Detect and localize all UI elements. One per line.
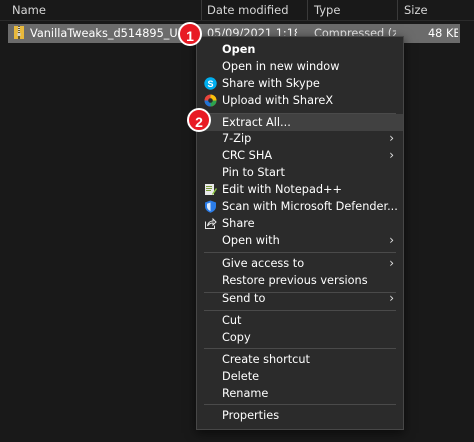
column-divider[interactable] bbox=[201, 0, 202, 20]
sharex-icon bbox=[204, 94, 217, 107]
menu-item-label: Share bbox=[222, 217, 255, 230]
column-date-modified[interactable]: Date modified bbox=[207, 0, 289, 20]
submenu-arrow-icon: › bbox=[389, 291, 394, 305]
menu-item-label: 7-Zip bbox=[222, 132, 252, 145]
menu-item-open-with[interactable]: Open with › bbox=[197, 232, 403, 249]
menu-item-delete[interactable]: Delete bbox=[197, 368, 403, 385]
column-divider[interactable] bbox=[397, 0, 398, 20]
menu-item-label: Rename bbox=[222, 387, 269, 400]
menu-item-label: Open with bbox=[222, 234, 280, 247]
menu-item-scan-defender[interactable]: Scan with Microsoft Defender... bbox=[197, 198, 403, 215]
menu-item-cut[interactable]: Cut bbox=[197, 312, 403, 329]
menu-item-rename[interactable]: Rename bbox=[197, 385, 403, 402]
menu-item-7zip[interactable]: 7-Zip › bbox=[197, 130, 403, 147]
menu-item-label: Send to bbox=[222, 292, 266, 305]
menu-separator bbox=[204, 348, 396, 349]
column-size[interactable]: Size bbox=[404, 0, 428, 20]
submenu-arrow-icon: › bbox=[389, 256, 394, 270]
menu-item-open-new-window[interactable]: Open in new window bbox=[197, 58, 403, 75]
column-header: ⌃ Name Date modified Type Size bbox=[0, 0, 474, 21]
menu-item-label: Properties bbox=[222, 409, 280, 422]
menu-item-label: Copy bbox=[222, 331, 251, 344]
menu-item-properties[interactable]: Properties bbox=[197, 407, 403, 424]
defender-icon bbox=[205, 200, 216, 213]
share-icon bbox=[205, 217, 217, 229]
file-size: 48 KB bbox=[428, 27, 458, 40]
menu-item-pin-to-start[interactable]: Pin to Start bbox=[197, 164, 403, 181]
menu-item-create-shortcut[interactable]: Create shortcut bbox=[197, 351, 403, 368]
menu-separator bbox=[204, 404, 396, 405]
menu-item-label: Open bbox=[222, 43, 256, 56]
menu-item-restore-versions[interactable]: Restore previous versions bbox=[197, 272, 403, 289]
menu-item-label: Pin to Start bbox=[222, 166, 285, 179]
file-name: VanillaTweaks_d514895_UNZIP_ME.zip bbox=[30, 27, 200, 40]
menu-item-label: Delete bbox=[222, 370, 260, 383]
menu-item-label: Give access to bbox=[222, 257, 305, 270]
submenu-arrow-icon: › bbox=[389, 131, 394, 145]
svg-text:S: S bbox=[207, 79, 213, 89]
menu-item-label: Scan with Microsoft Defender... bbox=[222, 200, 398, 213]
skype-icon: S bbox=[204, 77, 217, 90]
menu-item-copy[interactable]: Copy bbox=[197, 329, 403, 346]
menu-item-label: Edit with Notepad++ bbox=[222, 183, 342, 196]
menu-item-open[interactable]: Open bbox=[197, 41, 403, 58]
submenu-arrow-icon: › bbox=[389, 233, 394, 247]
menu-item-label: Restore previous versions bbox=[222, 274, 368, 287]
menu-item-label: Extract All... bbox=[222, 116, 291, 129]
column-divider[interactable] bbox=[307, 0, 308, 20]
step-badge-2: 2 bbox=[187, 108, 211, 132]
menu-item-label: Open in new window bbox=[222, 60, 340, 73]
menu-separator bbox=[204, 310, 396, 311]
menu-item-extract-all[interactable]: Extract All... bbox=[197, 114, 403, 131]
column-name[interactable]: Name bbox=[12, 0, 46, 20]
zip-folder-icon bbox=[14, 26, 24, 39]
menu-item-label: Upload with ShareX bbox=[222, 94, 334, 107]
menu-item-give-access[interactable]: Give access to › bbox=[197, 255, 403, 272]
menu-item-label: Cut bbox=[222, 314, 242, 327]
menu-item-share[interactable]: Share bbox=[197, 215, 403, 232]
menu-item-share-skype[interactable]: S Share with Skype bbox=[197, 75, 403, 92]
context-menu: Open Open in new window S Share with Sky… bbox=[196, 36, 404, 430]
notepadpp-icon bbox=[205, 184, 217, 195]
menu-item-label: Create shortcut bbox=[222, 353, 310, 366]
column-type[interactable]: Type bbox=[314, 0, 340, 20]
menu-item-label: CRC SHA bbox=[222, 149, 273, 162]
step-badge-1: 1 bbox=[178, 22, 202, 46]
menu-item-edit-notepadpp[interactable]: Edit with Notepad++ bbox=[197, 181, 403, 198]
menu-item-crc-sha[interactable]: CRC SHA › bbox=[197, 147, 403, 164]
menu-item-send-to[interactable]: Send to › bbox=[197, 290, 403, 307]
menu-separator bbox=[204, 252, 396, 253]
menu-item-upload-sharex[interactable]: Upload with ShareX bbox=[197, 92, 403, 109]
menu-item-label: Share with Skype bbox=[222, 77, 320, 90]
submenu-arrow-icon: › bbox=[389, 148, 394, 162]
